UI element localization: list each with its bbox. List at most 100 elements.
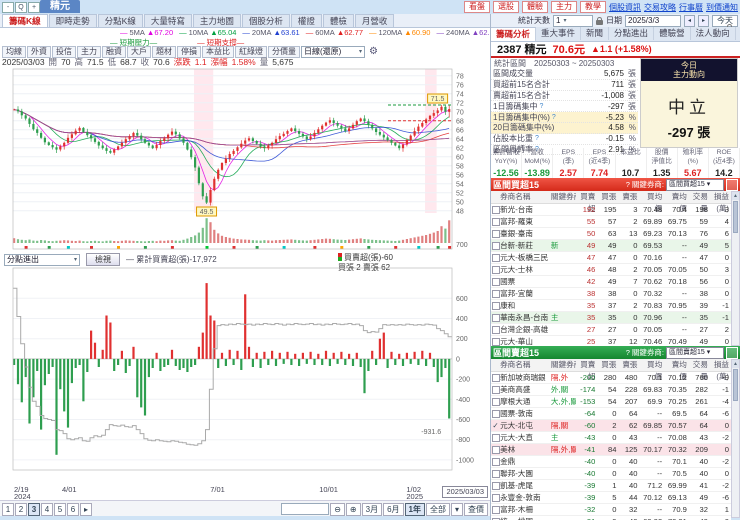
- row-checkbox[interactable]: [491, 254, 500, 262]
- range-button-1年[interactable]: 1年: [404, 502, 425, 516]
- range-dropdown-icon[interactable]: ▾: [450, 502, 463, 516]
- table-row[interactable]: 新加坡商瑞銀 隔,外 -200 280 480 70.1 70.12 760 -9: [491, 372, 731, 384]
- page-button-2[interactable]: 2: [15, 502, 27, 516]
- topbar-button[interactable]: 看盤: [464, 1, 490, 13]
- panel-tab-4[interactable]: 體驗營: [654, 27, 691, 40]
- table-row[interactable]: 國票-敦南 -64 0 64 -- 69.5 64 -6: [491, 408, 731, 420]
- topbar-link[interactable]: 交易攻略: [644, 2, 676, 13]
- table-row[interactable]: 新光-台南 192 195 3 70.48 70.4 198 3: [491, 204, 731, 216]
- kline-select[interactable]: 日線(還原) ▾: [301, 45, 365, 58]
- table-row[interactable]: 臺銀-臺南 50 63 13 69.23 70.13 76 6: [491, 228, 731, 240]
- zoom-in-icon[interactable]: ⊕: [345, 502, 361, 516]
- range-button-3月[interactable]: 3月: [361, 502, 383, 516]
- row-checkbox[interactable]: [491, 290, 500, 298]
- view-button[interactable]: 檢視: [86, 253, 120, 266]
- table-row[interactable]: 元大-板橋三民 47 47 0 70.16 -- 47 0: [491, 252, 731, 264]
- table-row[interactable]: 金鼎 -40 0 40 -- 70.1 40 -2: [491, 456, 731, 468]
- row-checkbox[interactable]: [491, 446, 500, 454]
- price-volume-chart[interactable]: 48 50 52 54 56 58 60 62 64 66 68 70 72 74 76 78 700 49.5 7…: [0, 67, 490, 253]
- table-row[interactable]: 元大-士林 46 48 2 70.05 70.05 50 3: [491, 264, 731, 276]
- row-checkbox[interactable]: [491, 482, 500, 490]
- nav-tab-7[interactable]: 體檢: [322, 14, 354, 27]
- topbar-link[interactable]: 行事曆: [679, 2, 703, 13]
- sell-section-settings-button[interactable]: [726, 346, 738, 359]
- row-checkbox[interactable]: [491, 374, 500, 382]
- chart-search-input[interactable]: [281, 503, 330, 515]
- table-row[interactable]: 康和 35 37 2 70.83 70.95 39 -1: [491, 300, 731, 312]
- nav-tab-8[interactable]: 月營收: [354, 14, 395, 27]
- row-checkbox[interactable]: [491, 218, 500, 226]
- panel-tab-2[interactable]: 新聞: [581, 27, 610, 40]
- row-checkbox[interactable]: [491, 302, 500, 310]
- panel-tab-3[interactable]: 分點進出: [609, 27, 655, 40]
- row-checkbox[interactable]: [491, 242, 500, 250]
- buy-table-scrollbar[interactable]: ▲: [731, 191, 740, 346]
- table-row[interactable]: 國票 42 49 7 70.62 70.18 56 0: [491, 276, 731, 288]
- table-row[interactable]: 統一-桃園-3194069.9270.31490: [491, 516, 731, 520]
- flow-source-select[interactable]: 分點進出 ▾: [4, 253, 80, 266]
- table-row[interactable]: 美商高盛 外,關 -174 54 228 69.83 70.35 282 -1: [491, 384, 731, 396]
- row-checkbox[interactable]: [491, 206, 500, 214]
- zoom-out-icon[interactable]: ⊖: [330, 502, 345, 516]
- row-checkbox[interactable]: [491, 278, 500, 286]
- table-row[interactable]: 聯邦-大園 -40 0 40 -- 70.5 40 0: [491, 468, 731, 480]
- toggle-分價量[interactable]: 分價量: [268, 45, 300, 58]
- window-zoom-button[interactable]: Q: [15, 2, 27, 13]
- today-button[interactable]: 今天: [712, 14, 738, 27]
- table-row[interactable]: 摩根大通 大,外,關 -153 54 207 69.9 70.25 261 -4: [491, 396, 731, 408]
- topbar-button[interactable]: 體驗: [522, 1, 548, 13]
- table-row[interactable]: 華南永昌-台南主 35 35 0 70.96 -- 35 -1: [491, 312, 731, 324]
- nav-tab-0[interactable]: 籌碼K線: [2, 14, 48, 27]
- range-button-全部[interactable]: 全部: [425, 502, 450, 516]
- sell-section-filter-select[interactable]: 區間賣超15 ▾: [666, 346, 724, 359]
- nav-tab-5[interactable]: 個股分析: [241, 14, 290, 27]
- row-checkbox[interactable]: [491, 314, 500, 322]
- row-checkbox[interactable]: [491, 326, 500, 334]
- nav-tab-3[interactable]: 大量特寫: [143, 14, 192, 27]
- date-input[interactable]: 2025/3/3: [625, 14, 681, 27]
- row-checkbox[interactable]: [491, 434, 500, 442]
- panel-tab-1[interactable]: 重大事件: [536, 27, 582, 40]
- window-zoom-button[interactable]: +: [28, 2, 40, 13]
- toggle-題材[interactable]: 題材: [152, 45, 176, 58]
- gear-icon[interactable]: ⚙: [369, 46, 378, 57]
- table-row[interactable]: 美林 隔,外,關 -41 84 125 70.17 70.32 209 0: [491, 444, 731, 456]
- nav-tab-2[interactable]: 分點K線: [97, 14, 143, 27]
- panel-tab-0[interactable]: 籌碼分析: [491, 27, 537, 41]
- topbar-link[interactable]: 個股資訊: [609, 2, 641, 13]
- row-checkbox[interactable]: [491, 398, 500, 406]
- page-button-5[interactable]: 5: [54, 502, 66, 516]
- date-prev-icon[interactable]: ◂: [684, 14, 695, 27]
- topbar-button[interactable]: 主力: [551, 1, 577, 13]
- topbar-button[interactable]: 教學: [580, 1, 606, 13]
- table-row[interactable]: 台新-新莊新 49 49 0 69.53 -- 49 5: [491, 240, 731, 252]
- row-checkbox[interactable]: [491, 266, 500, 274]
- page-more-button[interactable]: ▸: [80, 502, 92, 516]
- range-button-6月[interactable]: 6月: [383, 502, 404, 516]
- date-next-icon[interactable]: ▸: [698, 14, 709, 27]
- buy-section-filter-select[interactable]: 區間買超15 ▾: [666, 178, 724, 191]
- table-row[interactable]: 富邦-羅東 55 57 2 69.89 69.75 59 4: [491, 216, 731, 228]
- toggle-外資[interactable]: 外資: [27, 45, 51, 58]
- toggle-均線[interactable]: 均線: [2, 45, 26, 58]
- table-row[interactable]: 元大-大直主 -43 0 43 -- 70.08 43 -2: [491, 432, 731, 444]
- row-checkbox[interactable]: [491, 230, 500, 238]
- page-button-6[interactable]: 6: [67, 502, 79, 516]
- row-checkbox[interactable]: [491, 494, 500, 502]
- window-zoom-button[interactable]: -: [2, 2, 14, 13]
- page-button-1[interactable]: 1: [2, 502, 14, 516]
- topbar-button[interactable]: 選股: [493, 1, 519, 13]
- broker-flow-chart[interactable]: 600 400 200 0 -200 -400 -600 -800 -1000 -931.6: [0, 266, 490, 486]
- nav-tab-1[interactable]: 即時走勢: [48, 14, 97, 27]
- table-row[interactable]: 台灣企銀-高雄 27 27 0 70.05 -- 27 2: [491, 324, 731, 336]
- row-checkbox[interactable]: [491, 386, 500, 394]
- page-button-3[interactable]: 3: [28, 502, 40, 516]
- row-checkbox[interactable]: [491, 410, 500, 418]
- buy-section-settings-button[interactable]: [726, 178, 738, 191]
- nav-tab-6[interactable]: 權證: [290, 14, 322, 27]
- table-row[interactable]: ✓ 元大-北屯 隔,關 -60 2 62 69.85 70.57 64 0: [491, 420, 731, 432]
- page-button-4[interactable]: 4: [41, 502, 53, 516]
- table-row[interactable]: 富邦-木柵 -32 0 32 -- 70.9 32 1: [491, 504, 731, 516]
- row-checkbox[interactable]: [491, 338, 500, 346]
- nav-tab-4[interactable]: 主力地圖: [192, 14, 241, 27]
